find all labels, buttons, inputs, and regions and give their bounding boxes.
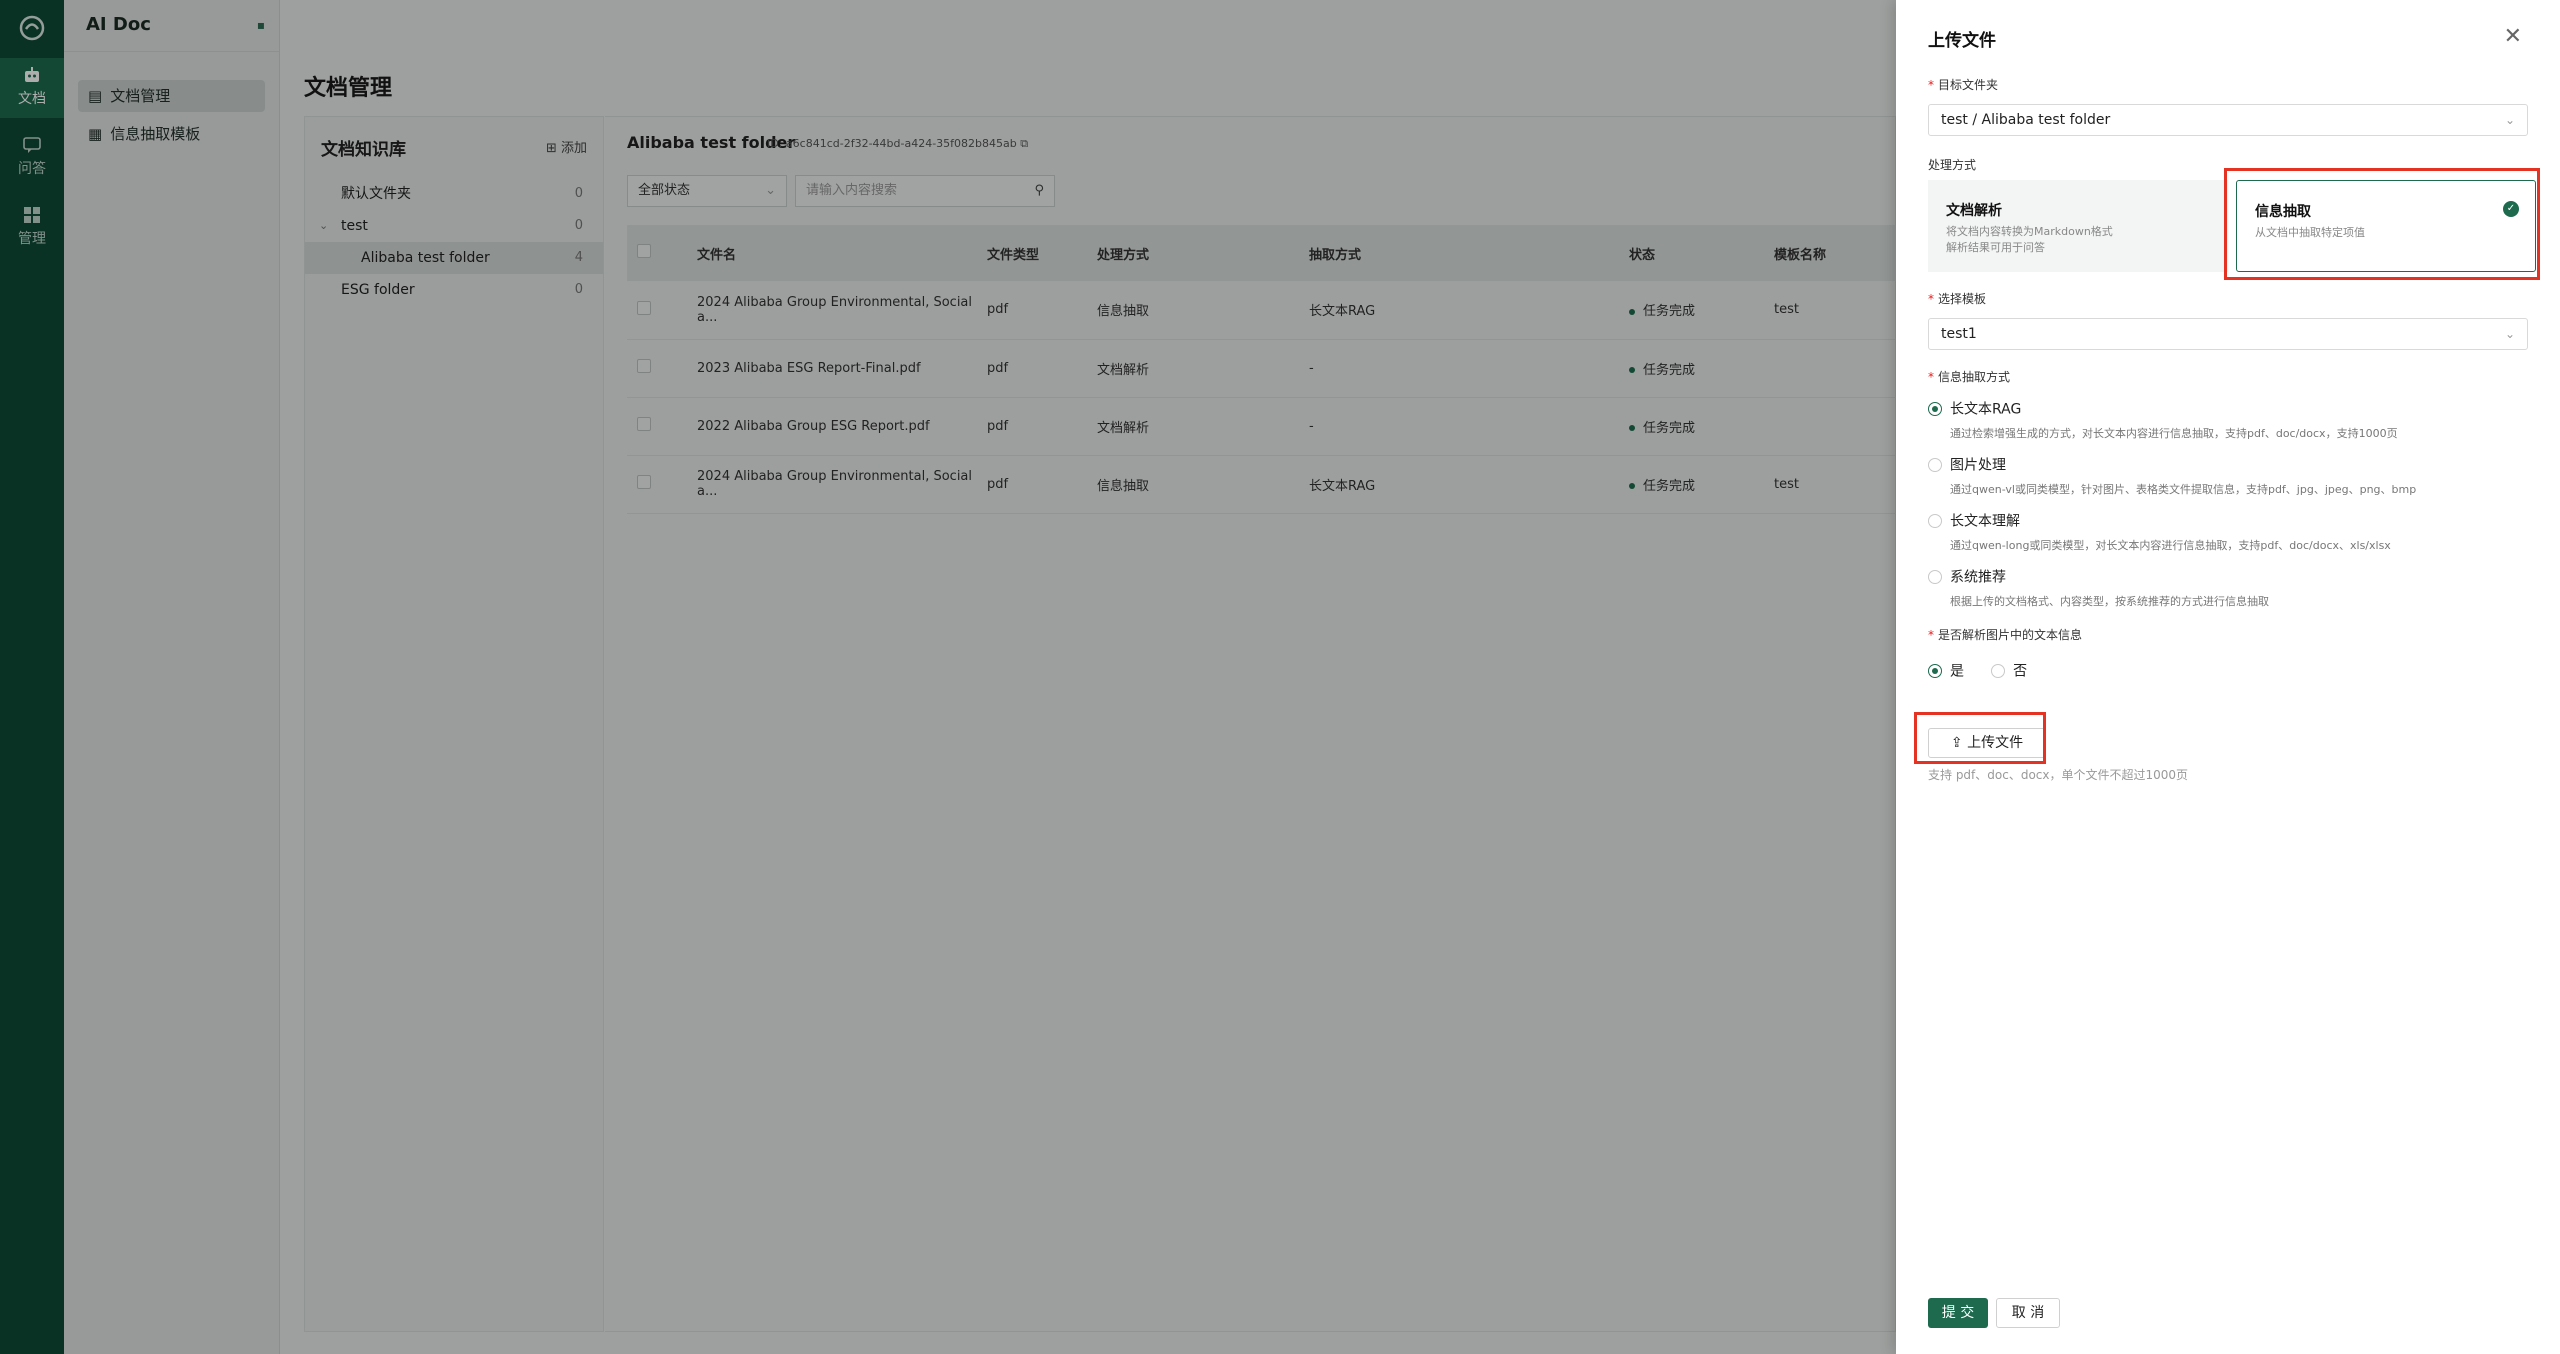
radio-desc: 通过qwen-long或同类模型，对长文本内容进行信息抽取，支持pdf、doc/…	[1950, 538, 2391, 552]
radio-desc: 根据上传的文档格式、内容类型，按系统推荐的方式进行信息抽取	[1950, 594, 2269, 608]
highlight-box	[1914, 712, 2046, 764]
cancel-button[interactable]: 取 消	[1996, 1298, 2060, 1328]
label-text: 是否解析图片中的文本信息	[1938, 628, 2083, 642]
extract-option-rag[interactable]: 长文本RAG 通过检索增强生成的方式，对长文本内容进行信息抽取，支持pdf、do…	[1928, 398, 2398, 441]
radio-desc: 通过qwen-vl或同类模型，针对图片、表格类文件提取信息，支持pdf、jpg、…	[1950, 482, 2417, 496]
label-text: 信息抽取方式	[1938, 370, 2011, 384]
radio-label: 长文本理解	[1950, 513, 2020, 530]
extract-option-long[interactable]: 长文本理解 通过qwen-long或同类模型，对长文本内容进行信息抽取，支持pd…	[1928, 510, 2391, 553]
radio-button[interactable]	[1928, 513, 1942, 528]
required-mark: *	[1928, 78, 1934, 92]
radio-label: 图片处理	[1950, 457, 2006, 474]
template-label: * 选择模板	[1928, 290, 1986, 307]
label-text: 选择模板	[1938, 292, 1987, 306]
drawer-title: 上传文件	[1928, 31, 1996, 51]
close-icon[interactable]: ✕	[2504, 24, 2522, 49]
extract-option-recommend[interactable]: 系统推荐 根据上传的文档格式、内容类型，按系统推荐的方式进行信息抽取	[1928, 566, 2269, 609]
radio-no[interactable]	[1991, 663, 2006, 678]
extract-method-label: * 信息抽取方式	[1928, 368, 2010, 385]
upload-hint: 支持 pdf、doc、docx，单个文件不超过1000页	[1928, 768, 2189, 782]
option-desc: 将文档内容转换为Markdown格式	[1946, 225, 2113, 238]
radio-label: 是	[1950, 663, 1964, 680]
required-mark: *	[1928, 292, 1934, 306]
option-title: 文档解析	[1946, 203, 2002, 219]
radio-label: 长文本RAG	[1950, 401, 2022, 418]
label-text: 目标文件夹	[1938, 78, 1999, 92]
chevron-down-icon: ⌄	[2504, 113, 2515, 127]
required-mark: *	[1928, 370, 1934, 384]
target-folder-label: * 目标文件夹	[1928, 76, 1998, 93]
radio-label: 系统推荐	[1950, 569, 2006, 586]
parse-image-label: * 是否解析图片中的文本信息	[1928, 626, 2082, 643]
radio-button[interactable]	[1928, 457, 1942, 472]
radio-button[interactable]	[1928, 569, 1942, 584]
extract-option-image[interactable]: 图片处理 通过qwen-vl或同类模型，针对图片、表格类文件提取信息，支持pdf…	[1928, 454, 2416, 497]
radio-desc: 通过检索增强生成的方式，对长文本内容进行信息抽取，支持pdf、doc/docx，…	[1950, 426, 2398, 440]
highlight-box	[2224, 168, 2540, 280]
option-desc: 解析结果可用于问答	[1946, 241, 2045, 254]
radio-label: 否	[2013, 663, 2028, 680]
template-select[interactable]: test1 ⌄	[1928, 318, 2528, 350]
target-folder-value: test / Alibaba test folder	[1941, 112, 2111, 128]
required-mark: *	[1928, 628, 1934, 642]
chevron-down-icon: ⌄	[2504, 327, 2515, 341]
submit-button[interactable]: 提 交	[1928, 1298, 1988, 1328]
upload-drawer: 上传文件 ✕ * 目标文件夹 test / Alibaba test folder…	[1896, 0, 2560, 1354]
parse-image-options: 是 否	[1928, 660, 2027, 681]
modal-overlay[interactable]	[0, 0, 1896, 1354]
method-option-parse[interactable]: 文档解析 将文档内容转换为Markdown格式 解析结果可用于问答	[1928, 180, 2228, 272]
method-label: 处理方式	[1928, 158, 1977, 172]
radio-yes[interactable]	[1928, 663, 1942, 678]
template-value: test1	[1941, 326, 1977, 342]
radio-button[interactable]	[1928, 401, 1942, 416]
target-folder-select[interactable]: test / Alibaba test folder ⌄	[1928, 104, 2528, 136]
